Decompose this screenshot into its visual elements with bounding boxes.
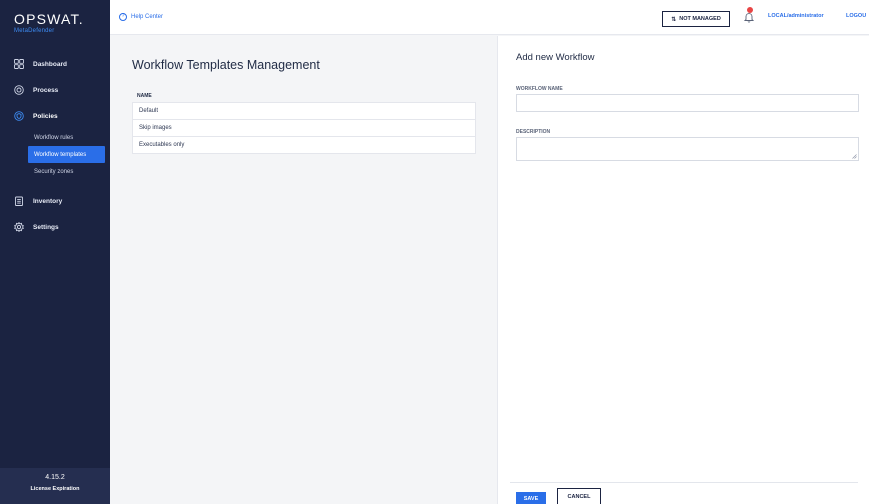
logout-link[interactable]: LOGOU <box>846 13 866 19</box>
license-expiration-label[interactable]: License Expiration <box>0 486 110 492</box>
cancel-button[interactable]: CANCEL <box>557 488 601 504</box>
table-row[interactable]: Skip images <box>132 119 476 137</box>
templates-list-panel: Workflow Templates Management NAME Defau… <box>110 36 497 504</box>
sidebar-item-workflow-rules[interactable]: Workflow rules <box>0 129 105 146</box>
add-workflow-panel: Add new Workflow WORKFLOW NAME DESCRIPTI… <box>497 36 869 504</box>
notification-badge <box>747 7 753 13</box>
opswat-logo[interactable]: OPSWAT. MetaDefender <box>14 12 84 35</box>
grid-icon <box>14 59 24 69</box>
help-icon: ? <box>119 13 127 21</box>
product-name: MetaDefender <box>14 28 55 34</box>
sidebar-item-policies[interactable]: Policies <box>0 103 110 129</box>
table-row[interactable]: Executables only <box>132 136 476 154</box>
sidebar-item-security-zones[interactable]: Security zones <box>0 163 105 180</box>
templates-table: NAME Default Skip images Executables onl… <box>132 89 476 154</box>
description-field[interactable] <box>516 137 859 161</box>
footer-divider <box>510 482 858 483</box>
not-managed-label: NOT MANAGED <box>679 16 721 22</box>
user-menu[interactable]: LOCAL/administrator <box>768 13 824 19</box>
workflow-name-label: WORKFLOW NAME <box>516 86 563 92</box>
sidebar-item-label: Inventory <box>33 197 63 205</box>
top-bar: ? Help Center ⇅ NOT MANAGED LOCAL/admini… <box>110 0 869 35</box>
version-label: 4.15.2 <box>45 474 65 481</box>
table-row[interactable]: Default <box>132 102 476 120</box>
sidebar-item-label: Policies <box>33 112 58 120</box>
page-title: Workflow Templates Management <box>132 58 320 72</box>
sidebar-footer: 4.15.2 License Expiration <box>0 468 110 504</box>
brand-name: OPSWAT. <box>14 11 84 27</box>
column-header-name[interactable]: NAME <box>132 89 476 103</box>
help-center-link[interactable]: ? Help Center <box>119 13 163 21</box>
sidebar-item-workflow-templates[interactable]: Workflow templates <box>28 146 105 163</box>
sidebar-item-label: Dashboard <box>33 60 67 68</box>
workflow-name-field[interactable] <box>516 94 859 112</box>
help-center-label: Help Center <box>131 14 164 20</box>
resize-handle-icon[interactable] <box>852 154 857 159</box>
clipboard-icon <box>14 196 24 206</box>
shield-icon <box>14 111 24 121</box>
sidebar-nav: Dashboard Process Policies Workflow rule… <box>0 51 110 240</box>
save-button[interactable]: SAVE <box>516 492 546 504</box>
notifications-button[interactable] <box>743 7 755 23</box>
sidebar-item-label: Settings <box>33 223 59 231</box>
sidebar-item-inventory[interactable]: Inventory <box>0 188 110 214</box>
sync-icon: ⇅ <box>671 16 677 23</box>
sidebar: OPSWAT. MetaDefender Dashboard Process P… <box>0 0 110 504</box>
gear-icon <box>14 222 24 232</box>
panel-title: Add new Workflow <box>516 52 595 63</box>
policies-submenu: Workflow rules Workflow templates Securi… <box>0 129 110 180</box>
target-icon <box>14 85 24 95</box>
sidebar-item-process[interactable]: Process <box>0 77 110 103</box>
sidebar-item-settings[interactable]: Settings <box>0 214 110 240</box>
sidebar-item-dashboard[interactable]: Dashboard <box>0 51 110 77</box>
not-managed-button[interactable]: ⇅ NOT MANAGED <box>662 11 730 27</box>
sidebar-item-label: Process <box>33 86 59 94</box>
description-label: DESCRIPTION <box>516 129 551 135</box>
